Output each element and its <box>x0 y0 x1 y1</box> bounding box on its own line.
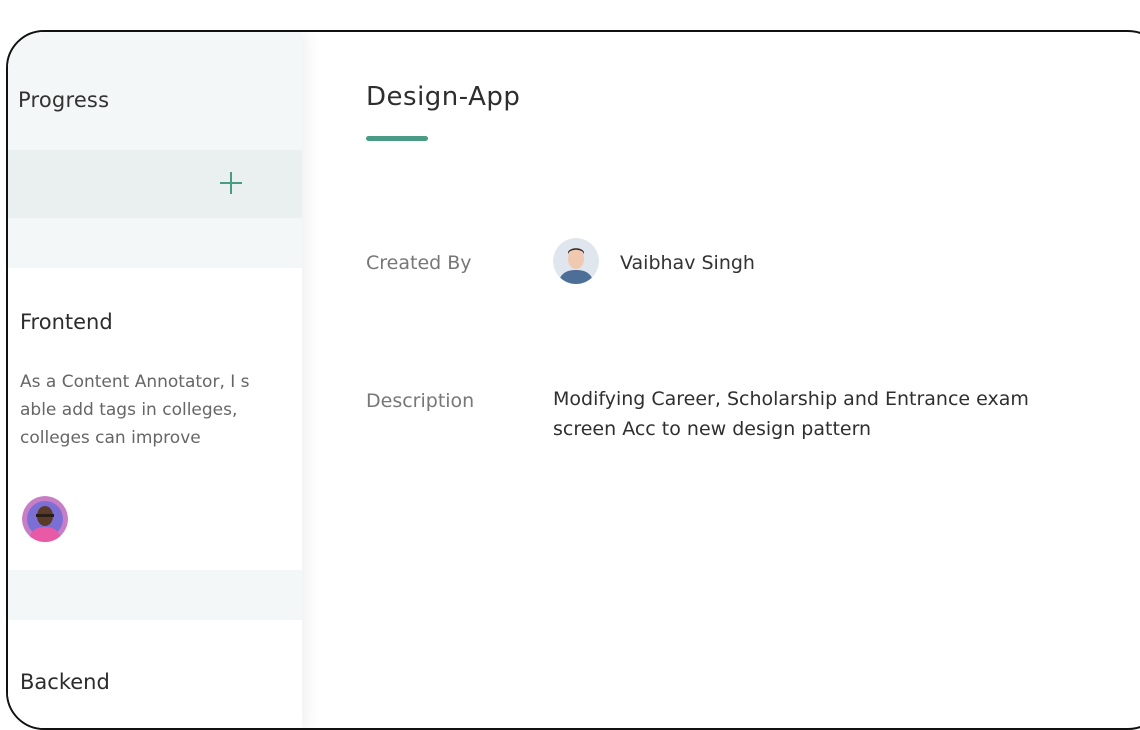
card-description-line: colleges can improve <box>20 428 201 448</box>
card-description-line: able add tags in colleges, <box>20 400 238 420</box>
card-title: Backend <box>20 670 110 694</box>
creator-avatar <box>553 238 599 284</box>
description-value: Modifying Career, Scholarship and Entran… <box>553 384 1113 444</box>
created-by-label: Created By <box>366 252 472 274</box>
avatar-image <box>553 238 599 284</box>
description-label: Description <box>366 390 475 412</box>
app-frame: Progress Frontend As a Content Annotator… <box>6 30 1140 730</box>
add-card-bar[interactable] <box>8 150 302 218</box>
avatar-image <box>22 496 68 542</box>
description-line: screen Acc to new design pattern <box>553 418 872 440</box>
creator-name: Vaibhav Singh <box>620 252 755 274</box>
task-card-backend[interactable]: Backend <box>8 620 302 728</box>
plus-icon[interactable] <box>218 170 244 196</box>
description-line: Modifying Career, Scholarship and Entran… <box>553 388 1029 410</box>
assignee-avatar[interactable] <box>22 496 68 542</box>
board-column: Progress Frontend As a Content Annotator… <box>8 32 302 728</box>
title-underline <box>366 136 428 141</box>
task-card-frontend[interactable]: Frontend As a Content Annotator, I s abl… <box>8 268 302 570</box>
card-title: Frontend <box>20 310 113 334</box>
column-title: Progress <box>18 88 110 112</box>
task-detail-title: Design-App <box>366 82 521 112</box>
card-description: As a Content Annotator, I s able add tag… <box>20 368 302 452</box>
card-description-line: As a Content Annotator, I s <box>20 372 250 392</box>
